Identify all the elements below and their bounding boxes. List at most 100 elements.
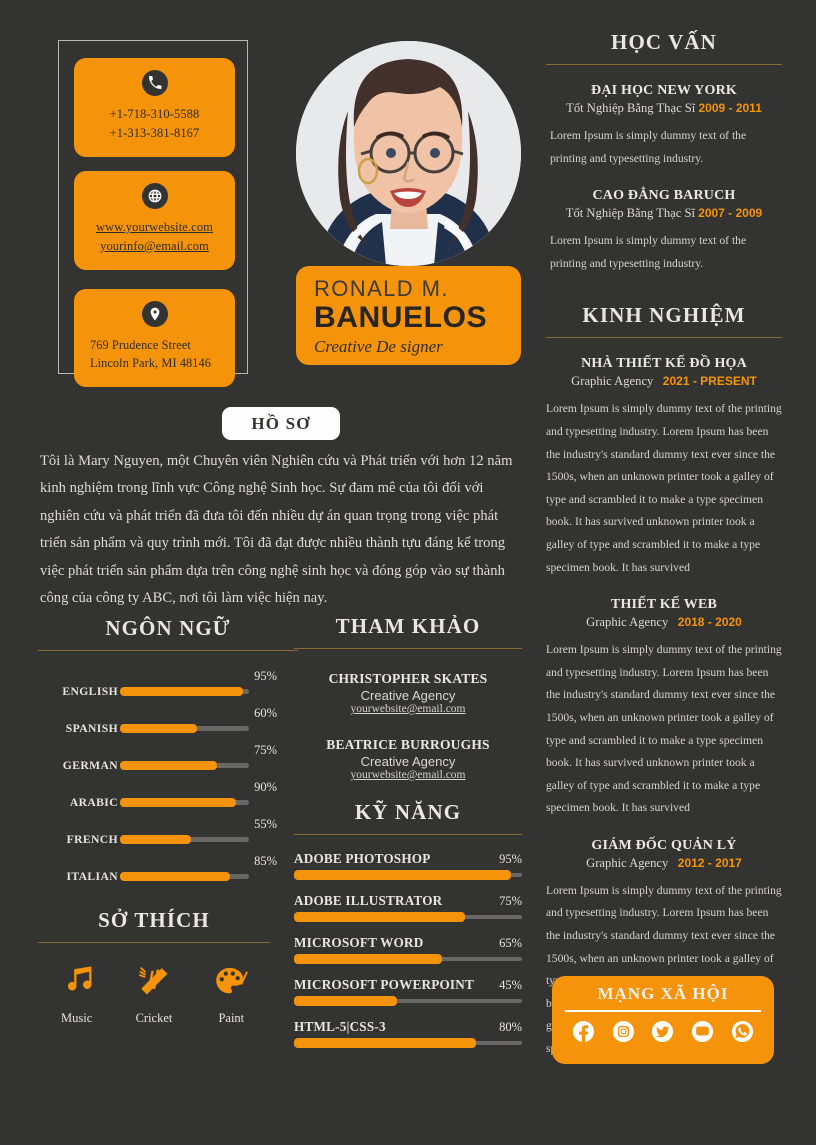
education-entry: ĐẠI HỌC NEW YORK Tốt Nghiệp Bằng Thạc Sĩ …: [546, 83, 782, 170]
experience-years: 2012 - 2017: [677, 855, 742, 870]
school-name: ĐẠI HỌC NEW YORK: [591, 83, 737, 98]
music-notes-icon: [60, 966, 94, 1003]
website-link[interactable]: www.yourwebsite.com: [96, 218, 213, 237]
reference-org: Creative Agency: [360, 754, 456, 769]
skill-name: ADOBE PHOTOSHOP: [294, 851, 431, 866]
name-card: RONALD M. BANUELOS Creative De signer: [296, 266, 521, 365]
avatar: [296, 41, 521, 266]
phone-line-1: +1-718-310-5588: [109, 107, 200, 121]
experience-divider: [546, 337, 782, 339]
references-section: THAM KHẢO CHRISTOPHER SKATES Creative Age…: [294, 614, 522, 781]
address-line-2: Lincoln Park, MI 48146: [90, 356, 212, 371]
experience-entry: NHÀ THIẾT KẾ ĐỒ HỌA Graphic Agency 2021 -…: [546, 356, 782, 579]
skills-section: KỸ NĂNG ADOBE PHOTOSHOP 95% ADOBE ILLUSTRA…: [294, 800, 522, 1061]
hobby-label: Cricket: [135, 1011, 173, 1025]
youtube-icon[interactable]: [691, 1020, 714, 1048]
first-name: RONALD M.: [314, 276, 449, 301]
hobby-label: Paint: [218, 1011, 245, 1025]
language-track: [120, 835, 249, 844]
reference-name: BEATRICE BURROUGHS: [326, 737, 490, 752]
whatsapp-icon[interactable]: [731, 1020, 754, 1048]
language-percent: 55%: [254, 817, 277, 831]
contact-card-web: www.yourwebsite.com yourinfo@email.com: [74, 171, 235, 270]
skill-fill: [294, 912, 465, 922]
language-track: [120, 724, 249, 733]
experience-years: 2018 - 2020: [677, 615, 742, 630]
right-column: HỌC VẤN ĐẠI HỌC NEW YORK Tốt Nghiệp Bằng …: [546, 30, 782, 1069]
skill-track: [294, 912, 522, 922]
skill-percent: 45%: [499, 978, 522, 992]
paint-palette-icon: [214, 967, 249, 1003]
twitter-icon[interactable]: [651, 1020, 674, 1048]
skill-fill: [294, 954, 443, 964]
languages-section: NGÔN NGỮ ENGLISH 95% SPANISH 60% GERMAN 75% AR…: [38, 616, 298, 891]
language-row: SPANISH 60%: [38, 706, 298, 743]
language-percent: 85%: [254, 854, 277, 868]
language-track: [120, 687, 249, 696]
references-list: CHRISTOPHER SKATES Creative Agency yourweb…: [294, 671, 522, 781]
facebook-icon[interactable]: [572, 1020, 595, 1048]
hobby-music: Music: [45, 965, 109, 1026]
skill-track: [294, 996, 522, 1006]
email-link[interactable]: yourinfo@email.com: [100, 237, 209, 256]
references-title: THAM KHẢO: [335, 614, 481, 638]
languages-list: ENGLISH 95% SPANISH 60% GERMAN 75% ARABIC 90% FR…: [38, 669, 298, 891]
experience-body: Lorem Ipsum is simply dummy text of the …: [546, 643, 782, 815]
education-years: 2009 - 2011: [698, 101, 762, 115]
degree-line: Tốt Nghiệp Bằng Thạc Sĩ 2007 - 2009: [546, 206, 782, 221]
skill-percent: 75%: [499, 894, 522, 908]
role-title: GIÁM ĐỐC QUẢN LÝ: [591, 837, 737, 853]
company-line: Graphic Agency 2012 - 2017: [546, 856, 782, 871]
experience-list: NHÀ THIẾT KẾ ĐỒ HỌA Graphic Agency 2021 -…: [546, 356, 782, 1060]
school-name: CAO ĐẲNG BARUCH: [592, 188, 736, 204]
language-percent: 95%: [254, 669, 277, 683]
company-name: Graphic Agency: [586, 855, 669, 870]
profile-badge: HỒ SƠ: [222, 407, 340, 440]
hobby-label: Music: [61, 1011, 93, 1025]
reference-org: Creative Agency: [360, 688, 456, 703]
hobbies-divider: [38, 942, 270, 943]
language-row: ENGLISH 95%: [38, 669, 298, 706]
languages-title: NGÔN NGỮ: [105, 616, 231, 640]
skill-track: [294, 954, 522, 964]
skill-name: MICROSOFT WORD: [294, 935, 424, 950]
skill-row: HTML-5|CSS-3 80%: [294, 1019, 522, 1048]
language-name: ARABIC: [69, 796, 118, 809]
company-line: Graphic Agency 2018 - 2020: [546, 615, 782, 630]
contact-panel: +1-718-310-5588 +1-313-381-8167 www.your…: [58, 40, 248, 387]
social-icons: [552, 1012, 774, 1048]
skill-percent: 65%: [499, 936, 522, 950]
hobbies-section: SỞ THÍCH Music Cricket Paint: [38, 908, 270, 1026]
experience-section: KINH NGHIỆM NHÀ THIẾT KẾ ĐỒ HỌA Graphic A…: [546, 303, 782, 1060]
hobby-paint: Paint: [199, 965, 263, 1026]
degree-line: Tốt Nghiệp Bằng Thạc Sĩ 2009 - 2011: [546, 101, 782, 116]
company-name: Graphic Agency: [586, 615, 669, 630]
skills-list: ADOBE PHOTOSHOP 95% ADOBE ILLUSTRATOR 75% MI…: [294, 851, 522, 1048]
last-name: BANUELOS: [314, 301, 488, 335]
skill-name: HTML-5|CSS-3: [294, 1019, 386, 1034]
language-fill: [120, 724, 198, 733]
education-divider: [546, 64, 782, 65]
language-row: ITALIAN 85%: [38, 854, 298, 891]
skill-fill: [294, 1038, 477, 1048]
contact-card-address: 769 Prudence Street Lincoln Park, MI 481…: [74, 289, 235, 387]
language-track: [120, 798, 249, 807]
hobbies-list: Music Cricket Paint: [38, 965, 270, 1026]
location-pin-icon: [141, 301, 168, 327]
profile-text: Tôi là Mary Nguyen, một Chuyên viên Nghi…: [40, 453, 513, 607]
language-row: FRENCH 55%: [38, 817, 298, 854]
education-title: HỌC VẤN: [611, 30, 717, 54]
reference-email[interactable]: yourwebsite@email.com: [294, 703, 522, 715]
degree-text: Tốt Nghiệp Bằng Thạc Sĩ: [565, 206, 695, 221]
education-section: HỌC VẤN ĐẠI HỌC NEW YORK Tốt Nghiệp Bằng …: [546, 30, 782, 275]
instagram-icon[interactable]: [612, 1020, 635, 1048]
address-line-1: 769 Prudence Street: [90, 338, 191, 352]
hobbies-title: SỞ THÍCH: [98, 908, 210, 932]
social-title: MẠNG XÃ HỘI: [597, 984, 729, 1003]
skill-fill: [294, 996, 397, 1006]
language-name: ENGLISH: [62, 685, 118, 698]
reference-email[interactable]: yourwebsite@email.com: [294, 769, 522, 781]
education-body: Lorem Ipsum is simply dummy text of the …: [550, 234, 747, 270]
education-list: ĐẠI HỌC NEW YORK Tốt Nghiệp Bằng Thạc Sĩ …: [546, 83, 782, 275]
education-body: Lorem Ipsum is simply dummy text of the …: [550, 129, 747, 165]
